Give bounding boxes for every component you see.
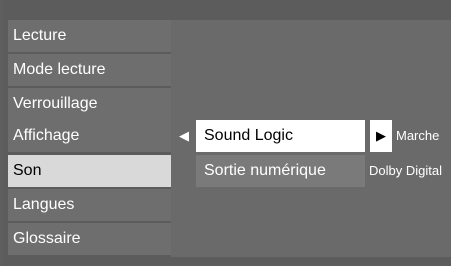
menu-item-mode-lecture[interactable]: Mode lecture: [8, 54, 174, 86]
menu-item-langues[interactable]: Langues: [8, 189, 174, 221]
triangle-left-icon[interactable]: ◀: [173, 120, 195, 152]
menu-item-son[interactable]: Son: [8, 155, 174, 187]
menu-item-glossaire[interactable]: Glossaire: [8, 223, 174, 255]
menu-item-affichage[interactable]: Affichage: [8, 120, 174, 152]
menu-item-verrouillage[interactable]: Verrouillage: [8, 88, 174, 120]
submenu-option-sound-logic[interactable]: Sound Logic: [196, 120, 365, 152]
triangle-right-icon[interactable]: ▶: [370, 120, 392, 152]
sortie-numerique-value: Dolby Digital: [369, 163, 442, 178]
sound-logic-value: Marche: [396, 128, 440, 143]
menu-item-lecture[interactable]: Lecture: [8, 20, 174, 52]
submenu-option-sortie-numerique[interactable]: Sortie numérique: [196, 155, 365, 187]
